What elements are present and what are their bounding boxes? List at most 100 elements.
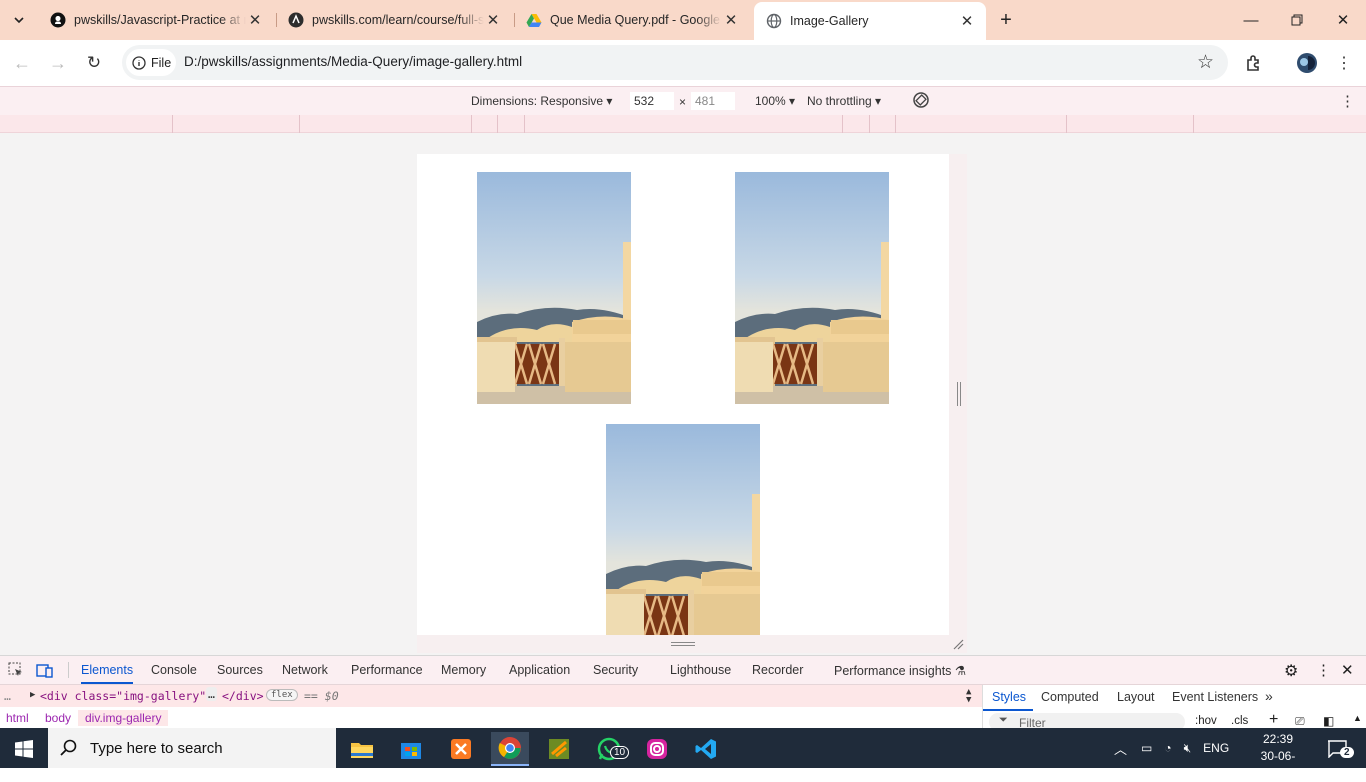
tab-network[interactable]: Network [282,663,328,677]
device-toolbar-toggle-icon[interactable] [36,662,54,681]
close-devtools-icon[interactable]: ✕ [1341,661,1354,679]
browser-tab[interactable]: pwskills.com/learn/course/full-s ✕ [276,0,512,40]
tab-event-listeners[interactable]: Event Listeners [1172,690,1258,704]
new-tab-button[interactable]: + [990,0,1022,40]
scroll-arrows-icon[interactable]: ▲ ▼ [966,688,971,705]
media-query-marker[interactable] [1066,115,1067,133]
tab-console[interactable]: Console [151,663,197,677]
battery-icon[interactable]: ▭ [1141,741,1152,755]
tab-search-button[interactable] [4,0,34,40]
tab-lighthouse[interactable]: Lighthouse [670,663,731,677]
paint-brush-icon[interactable]: ⎚ [1295,714,1305,729]
instagram-app[interactable] [638,732,676,766]
media-query-marker[interactable] [895,115,896,133]
file-explorer-app[interactable] [343,732,381,766]
breadcrumb-html[interactable]: html [6,711,29,725]
zoom-dropdown[interactable]: 100% ▾ [755,94,795,108]
tab-styles[interactable]: Styles [992,690,1026,704]
search-placeholder: Type here to search [90,739,223,757]
media-query-marker[interactable] [497,115,498,133]
browser-tab-active[interactable]: Image-Gallery ✕ [754,2,986,40]
start-button[interactable] [5,732,43,766]
tab-memory[interactable]: Memory [441,663,486,677]
close-tab-icon[interactable]: ✕ [484,11,502,29]
media-query-marker[interactable] [842,115,843,133]
reload-button[interactable]: ↻ [80,49,108,77]
height-input[interactable]: 481 [691,92,735,110]
scroll-up-icon[interactable]: ▲ [1353,713,1362,723]
tab-application[interactable]: Application [509,663,570,677]
windows-logo-icon [15,740,33,758]
bottom-resize-handle[interactable] [417,635,967,653]
tab-layout[interactable]: Layout [1117,690,1155,704]
restore-button[interactable] [1274,0,1320,40]
class-toggle[interactable]: .cls [1231,715,1248,727]
profile-button[interactable] [1293,49,1321,77]
tab-sources[interactable]: Sources [217,663,263,677]
expand-triangle-icon[interactable]: ▶ [30,690,35,700]
devtools-menu-icon[interactable]: ⋮ [1316,661,1331,679]
clock[interactable]: 22:39 30-06-2024 [1250,731,1306,782]
tab-security[interactable]: Security [593,663,638,677]
new-rule-plus-icon[interactable]: + [1269,711,1278,729]
tab-recorder[interactable]: Recorder [752,663,803,677]
tab-performance[interactable]: Performance [351,663,423,677]
media-query-bar[interactable] [0,115,1366,133]
close-window-button[interactable]: ✕ [1320,0,1366,40]
resize-corner-icon[interactable] [952,638,964,650]
forward-button[interactable]: → [44,49,72,77]
chevron-up-icon[interactable]: ︿ [1114,739,1127,758]
store-app[interactable] [392,732,430,766]
dom-tree-selected-row[interactable]: … ▶ <div class="img-gallery"> … </div> f… [0,685,982,707]
address-bar[interactable]: File D:/pwskills/assignments/Media-Query… [122,45,1228,80]
more-tabs-icon[interactable]: » [1265,688,1273,704]
media-query-marker[interactable] [1193,115,1194,133]
media-query-marker[interactable] [471,115,472,133]
close-tab-icon[interactable]: ✕ [246,11,264,29]
breadcrumb-div-img-gallery[interactable]: div.img-gallery [78,710,169,726]
tab-performance-insights[interactable]: Performance insights ⚗ [834,663,966,678]
volume-muted-icon[interactable]: 🔇︎ [1184,741,1192,756]
back-button[interactable]: ← [8,49,36,77]
tab-elements[interactable]: Elements [81,663,134,684]
search-icon [60,739,77,756]
dimensions-dropdown[interactable]: Dimensions: Responsive ▾ [471,94,612,108]
tab-computed[interactable]: Computed [1041,690,1099,704]
hover-state-toggle[interactable]: :hov [1195,715,1217,727]
media-query-marker[interactable] [524,115,525,133]
media-query-marker[interactable] [869,115,870,133]
browser-tab[interactable]: Que Media Query.pdf - Google ✕ [514,0,750,40]
flex-badge[interactable]: flex [266,689,298,701]
xampp-app[interactable] [442,732,480,766]
wifi-icon[interactable]: ◔ [1164,741,1171,755]
bookmark-star-icon[interactable]: ☆ [1197,51,1214,74]
minimize-button[interactable]: — [1228,0,1274,40]
rotate-button[interactable] [911,90,931,113]
whatsapp-app[interactable]: 10 [590,732,630,766]
close-tab-icon[interactable]: ✕ [958,12,976,30]
device-more-options-icon[interactable]: ⋮ [1340,92,1355,110]
url-text[interactable]: D:/pwskills/assignments/Media-Query/imag… [184,54,522,69]
extensions-button[interactable] [1240,49,1268,77]
media-query-marker[interactable] [172,115,173,133]
chrome-app[interactable] [491,732,529,766]
right-resize-handle[interactable] [949,154,967,635]
throttling-dropdown[interactable]: No throttling ▾ [807,94,881,108]
width-input[interactable]: 532 [630,92,674,110]
breadcrumb-body[interactable]: body [45,711,71,725]
collapsed-content[interactable]: … [206,687,217,701]
menu-button[interactable]: ⋮ [1330,49,1358,77]
settings-gear-icon[interactable]: ⚙ [1284,661,1298,681]
site-info-chip[interactable]: File [126,49,176,76]
inspect-element-icon[interactable] [8,662,24,681]
notification-center-button[interactable]: 2 [1318,732,1356,766]
editor-app[interactable] [540,732,578,766]
browser-tab[interactable]: pwskills/Javascript-Practice at m ✕ [38,0,274,40]
rotate-icon [913,92,929,108]
toggle-sidebar-icon[interactable]: ◧ [1323,714,1334,728]
taskbar-search-box[interactable]: Type here to search [48,728,336,768]
language-indicator[interactable]: ENG [1203,741,1229,755]
media-query-marker[interactable] [299,115,300,133]
vscode-app[interactable] [687,732,725,766]
close-tab-icon[interactable]: ✕ [722,11,740,29]
